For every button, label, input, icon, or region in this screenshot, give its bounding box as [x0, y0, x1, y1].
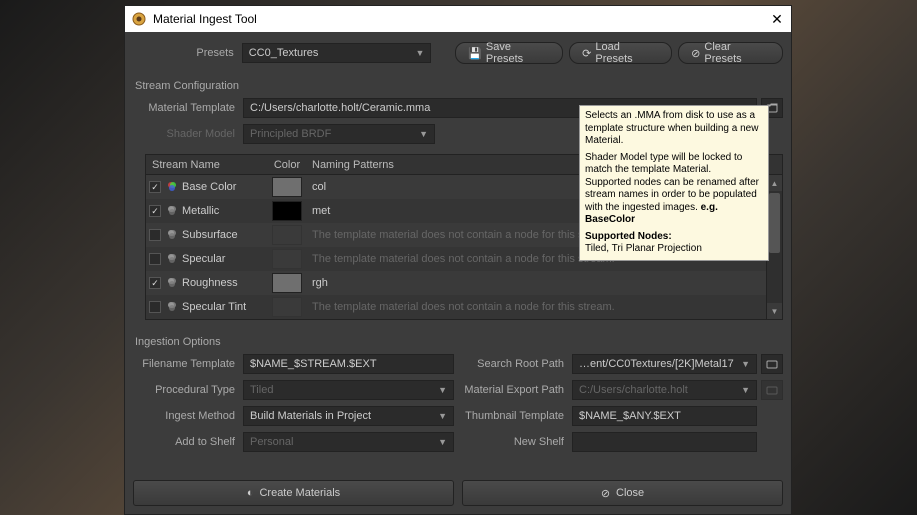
color-swatch[interactable]: [272, 201, 302, 221]
col-stream-name: Stream Name: [146, 159, 268, 171]
procedural-type-label: Procedural Type: [133, 384, 243, 396]
window-title: Material Ingest Tool: [153, 12, 769, 26]
stream-name: Specular: [180, 253, 268, 265]
thumbnail-template-label: Thumbnail Template: [462, 410, 572, 422]
material-export-select: C:/Users/charlotte.holt ▼: [572, 380, 757, 400]
stream-type-icon: [164, 301, 180, 313]
scroll-up-icon[interactable]: ▲: [767, 175, 782, 191]
stream-pattern[interactable]: rgh: [306, 277, 766, 289]
color-swatch-empty: [272, 225, 302, 245]
close-icon[interactable]: ✕: [769, 11, 785, 27]
table-row: Specular Tint The template material does …: [146, 295, 766, 319]
browse-export-button: [761, 380, 783, 400]
search-root-select[interactable]: …ent/CC0Textures/[2K]Metal17 ▼: [572, 354, 757, 374]
save-icon: 💾: [468, 47, 482, 60]
add-to-shelf-select: Personal ▼: [243, 432, 454, 452]
ingest-method-select[interactable]: Build Materials in Project ▼: [243, 406, 454, 426]
color-swatch[interactable]: [272, 273, 302, 293]
stream-name: Metallic: [180, 205, 268, 217]
create-icon: ◐: [247, 487, 254, 499]
stream-checkbox[interactable]: [149, 301, 161, 313]
close-circle-icon: ⊘: [601, 487, 610, 500]
stream-checkbox[interactable]: [149, 229, 161, 241]
stream-checkbox[interactable]: ✓: [149, 277, 161, 289]
new-shelf-input: [572, 432, 757, 452]
stream-name: Subsurface: [180, 229, 268, 241]
stream-type-icon: [164, 277, 180, 289]
stream-checkbox[interactable]: ✓: [149, 205, 161, 217]
app-icon: [131, 11, 147, 27]
material-template-label: Material Template: [133, 102, 243, 114]
stream-checkbox[interactable]: [149, 253, 161, 265]
stream-name: Roughness: [180, 277, 268, 289]
filename-template-label: Filename Template: [133, 358, 243, 370]
color-swatch-empty: [272, 249, 302, 269]
filename-template-input[interactable]: $NAME_$STREAM.$EXT: [243, 354, 454, 374]
save-presets-button[interactable]: 💾 Save Presets: [455, 42, 563, 64]
chevron-down-icon: ▼: [419, 129, 428, 139]
clear-presets-button[interactable]: ⊘ Clear Presets: [678, 42, 783, 64]
material-export-label: Material Export Path: [462, 384, 572, 396]
load-icon: ⟳: [582, 47, 591, 60]
presets-label: Presets: [133, 47, 242, 59]
load-presets-button[interactable]: ⟳ Load Presets: [569, 42, 672, 64]
scroll-down-icon[interactable]: ▼: [767, 303, 782, 319]
stream-name: Base Color: [180, 181, 268, 193]
presets-select[interactable]: CC0_Textures ▼: [242, 43, 432, 63]
material-template-tooltip: Selects an .MMA from disk to use as a te…: [579, 105, 769, 261]
scroll-thumb[interactable]: [769, 193, 780, 253]
stream-config-heading: Stream Configuration: [135, 80, 783, 92]
procedural-type-select: Tiled ▼: [243, 380, 454, 400]
titlebar: Material Ingest Tool ✕: [125, 6, 791, 32]
stream-type-icon: [164, 181, 180, 193]
thumbnail-template-input[interactable]: $NAME_$ANY.$EXT: [572, 406, 757, 426]
color-swatch-empty: [272, 297, 302, 317]
close-button[interactable]: ⊘ Close: [462, 480, 783, 506]
shader-model-label: Shader Model: [133, 128, 243, 140]
col-color: Color: [268, 159, 306, 171]
shader-model-select: Principled BRDF ▼: [243, 124, 435, 144]
chevron-down-icon: ▼: [438, 385, 447, 395]
chevron-down-icon: ▼: [438, 411, 447, 421]
clear-icon: ⊘: [691, 47, 700, 60]
create-materials-button[interactable]: ◐ Create Materials: [133, 480, 454, 506]
stream-type-icon: [164, 229, 180, 241]
color-swatch[interactable]: [272, 177, 302, 197]
stream-pattern-placeholder: The template material does not contain a…: [306, 301, 766, 313]
chevron-down-icon: ▼: [741, 385, 750, 395]
chevron-down-icon: ▼: [438, 437, 447, 447]
chevron-down-icon: ▼: [416, 48, 425, 58]
search-root-label: Search Root Path: [462, 358, 572, 370]
ingest-method-label: Ingest Method: [133, 410, 243, 422]
table-row: ✓ Roughness rgh: [146, 271, 766, 295]
add-to-shelf-label: Add to Shelf: [133, 436, 243, 448]
stream-name: Specular Tint: [180, 301, 268, 313]
chevron-down-icon: ▼: [741, 359, 750, 369]
new-shelf-label: New Shelf: [462, 436, 572, 448]
stream-type-icon: [164, 205, 180, 217]
stream-type-icon: [164, 253, 180, 265]
browse-search-root-button[interactable]: [761, 354, 783, 374]
stream-checkbox[interactable]: ✓: [149, 181, 161, 193]
ingestion-heading: Ingestion Options: [135, 336, 783, 348]
